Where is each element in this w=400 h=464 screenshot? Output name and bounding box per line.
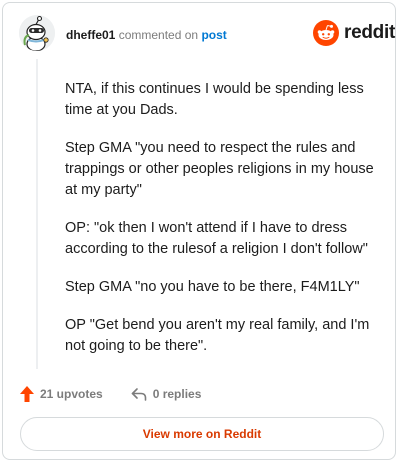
replies-count: 0 replies: [152, 387, 202, 401]
upvotes-stat[interactable]: 21 upvotes: [19, 385, 103, 403]
upvotes-count: 21 upvotes: [40, 387, 103, 401]
comment-paragraph: Step GMA "no you have to be there, F4M1L…: [65, 279, 360, 295]
comment-paragraph: OP "Get bend you aren't my real family, …: [65, 317, 370, 354]
reddit-wordmark: reddit: [344, 22, 395, 43]
replies-stat[interactable]: 0 replies: [131, 387, 202, 401]
post-link[interactable]: post: [201, 28, 226, 42]
reddit-snoo-icon: [313, 20, 339, 46]
comment-header: dheffe01 commented on post: [66, 28, 227, 42]
comment-footer: 21 upvotes 0 replies: [19, 385, 201, 403]
snoo-avatar-icon: [19, 15, 55, 51]
thread-line[interactable]: [36, 59, 38, 369]
commented-on-label: commented on: [118, 28, 199, 42]
comment-paragraph: OP: "ok then I won't attend if I have to…: [65, 220, 368, 257]
upvote-arrow-icon: [20, 386, 34, 402]
username-link[interactable]: dheffe01: [66, 28, 115, 42]
comment-paragraph: Step GMA "you need to respect the rules …: [65, 140, 374, 198]
comment-embed-card: dheffe01 commented on post reddit NTA, i…: [2, 2, 396, 460]
reply-arrow-icon: [131, 388, 147, 401]
comment-paragraph: NTA, if this continues I would be spendi…: [65, 81, 364, 118]
view-more-on-reddit-button[interactable]: View more on Reddit: [20, 417, 384, 451]
avatar[interactable]: [19, 15, 55, 51]
reddit-logo[interactable]: reddit: [313, 20, 395, 46]
comment-body: NTA, if this continues I would be spendi…: [65, 79, 377, 374]
